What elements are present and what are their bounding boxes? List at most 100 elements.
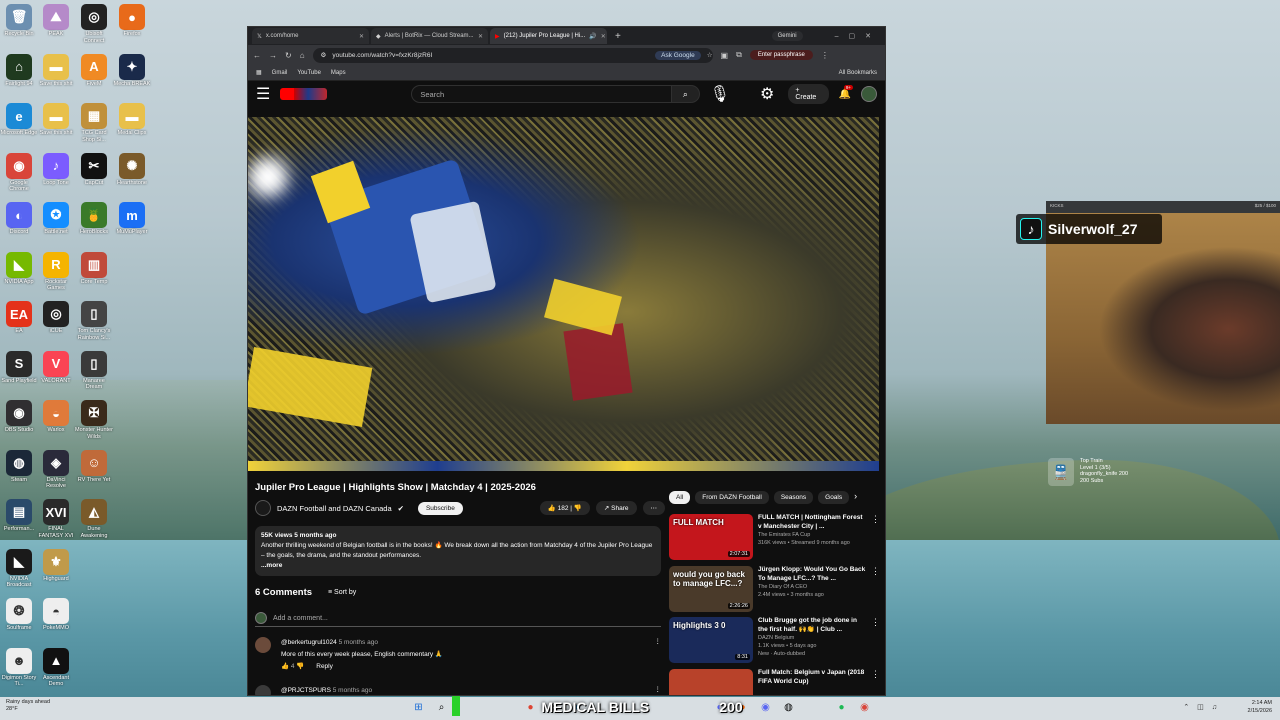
desktop-icon[interactable]: ✦ Mecha BREAK [113, 50, 151, 88]
desktop-icon[interactable]: ⚜ Highguard [37, 545, 75, 583]
close-icon[interactable]: ✕ [601, 33, 606, 40]
menu-icon[interactable]: ⋮ [821, 51, 829, 60]
desktop-icon[interactable]: m MuMuPlayer [113, 198, 151, 236]
desktop-icon[interactable]: 🗑 Recycle Bin [0, 0, 38, 38]
desktop-icon[interactable]: ▯ Tom Clancy's Rainbow Si... [75, 297, 113, 341]
desktop-icon[interactable]: ◒ Warlox [37, 396, 75, 434]
spotify-icon[interactable]: ● [833, 699, 850, 716]
desktop-icon[interactable]: ◈ DaVinci Resolve [37, 446, 75, 490]
like-icon[interactable]: 👍 [281, 663, 289, 670]
video-title[interactable]: Jürgen Klopp: Would You Go Back To Manag… [758, 566, 866, 583]
desktop-icon[interactable]: ▬ Save this shit [37, 50, 75, 88]
share-button[interactable]: ↗ Share [595, 501, 637, 515]
desktop-icon[interactable]: ☺ RV There Yet [75, 446, 113, 484]
desktop-icon[interactable]: S Sand Playfield [0, 347, 38, 385]
search-input[interactable]: Search [411, 85, 673, 103]
desktop-icon[interactable]: ● Firefox [113, 0, 151, 38]
close-icon[interactable]: ✕ [359, 33, 364, 40]
video-player[interactable] [248, 117, 879, 471]
chrome-icon[interactable]: ◉ [856, 699, 873, 716]
desktop-icon[interactable]: ◍ Steam [0, 446, 38, 484]
desktop-icon[interactable]: XVI FINAL FANTASY XVI [37, 495, 75, 539]
desktop-icon[interactable]: ◐ Discord [0, 198, 38, 236]
desktop-icon[interactable]: ◣ NVIDIA App [0, 248, 38, 286]
desktop-icon[interactable]: R Rockstar Games [37, 248, 75, 292]
subscribe-button[interactable]: Subscribe [417, 501, 463, 515]
create-button[interactable]: + Create [788, 84, 829, 104]
cast-icon[interactable]: ⚙ [760, 84, 774, 104]
youtube-logo[interactable] [280, 88, 328, 100]
desktop-icon[interactable]: 🍍 HeroBlocks [75, 198, 113, 236]
desktop-icon[interactable]: ⌂ Fairlight 94 [0, 50, 38, 88]
desktop-icon[interactable]: ✺ Hearthstone [113, 149, 151, 187]
desktop-icon[interactable]: ◎ Ubisoft Connect [75, 0, 113, 44]
more-vert-icon[interactable]: ⋮ [871, 566, 880, 612]
recommended-video[interactable]: Full Match: Belgium v Japan (2018 FIFA W… [669, 669, 880, 695]
search-icon[interactable]: ⌕ [433, 699, 450, 716]
channel-name[interactable]: DAZN Football and DAZN Canada [277, 504, 392, 513]
desktop-icon[interactable]: ▯ Manaree Dream [75, 347, 113, 391]
desktop-icon[interactable]: ◓ PokeMMO [37, 594, 75, 632]
more-vert-icon[interactable]: ⋮ [871, 514, 880, 560]
desktop-icon[interactable]: ▲ Ascendant Demo [37, 644, 75, 688]
desktop-icon[interactable]: ◭ Dune Awakening [75, 495, 113, 539]
desktop-icon[interactable]: e Microsoft Edge [0, 99, 38, 137]
home-icon[interactable]: ⌂ [300, 51, 305, 60]
bookmark-youtube[interactable]: YouTube [297, 70, 321, 76]
dislike-icon[interactable]: 👎 [296, 663, 304, 670]
desktop-icon[interactable]: ▥ Core Temp [75, 248, 113, 286]
bookmark-gmail[interactable]: Gmail [272, 70, 288, 76]
chip-goals[interactable]: Goals [818, 491, 850, 504]
search-button[interactable]: ⌕ [672, 85, 700, 103]
more-actions-button[interactable]: ⋯ [642, 501, 665, 515]
ask-google-button[interactable]: Ask Google [655, 50, 701, 60]
like-button[interactable]: 👍 182 | 👎 [539, 501, 590, 515]
desktop-icon[interactable]: ♪ Loop Tone [37, 149, 75, 187]
speaker-icon[interactable]: 🔊 [589, 33, 596, 40]
desktop-icon[interactable]: ◎ iCUE [37, 297, 75, 335]
desktop-icon[interactable]: ◉ Google Chrome [0, 149, 38, 193]
recommended-video[interactable]: FULL MATCH 2:07:31 FULL MATCH | Nottingh… [669, 514, 880, 560]
desktop-icon[interactable]: ◉ OBS Studio [0, 396, 38, 434]
notifications-button[interactable]: 🔔 9+ [839, 84, 853, 100]
recommended-video[interactable]: Highlights 3 0 8:31 Club Brugge got the … [669, 617, 880, 663]
gemini-button[interactable]: Gemini [771, 31, 803, 41]
reload-icon[interactable]: ↻ [285, 51, 292, 60]
sort-by-button[interactable]: ≡ Sort by [328, 589, 356, 596]
desktop-icon[interactable]: ▤ Performan... [0, 495, 38, 533]
tab-x[interactable]: 𝕏x.com/home ✕ [252, 28, 369, 44]
comment-menu-icon[interactable]: ⋮ [655, 637, 662, 645]
clock[interactable]: 2:14 AM 2/15/2026 [1248, 699, 1272, 715]
dislike-icon[interactable]: 👎 [574, 505, 582, 512]
site-info-icon[interactable]: ⚙ [321, 51, 327, 59]
video-title[interactable]: Club Brugge got the job done in the firs… [758, 617, 866, 634]
window-controls[interactable]: –▢✕ [835, 32, 881, 40]
comment-user[interactable]: @PRJCTSPURS [281, 687, 331, 694]
desktop-icon[interactable]: ✠ Monster Hunter Wilds [75, 396, 113, 440]
chip-seasons[interactable]: Seasons [773, 491, 814, 504]
video-title[interactable]: FULL MATCH | Nottingham Forest v Manches… [758, 514, 866, 531]
desktop-icon[interactable]: ✪ Battle.net [37, 198, 75, 236]
video-thumbnail[interactable]: Highlights 3 0 8:31 [669, 617, 753, 663]
close-icon[interactable]: ✕ [478, 33, 483, 40]
video-thumbnail[interactable] [669, 669, 753, 695]
commenter-avatar[interactable] [255, 637, 271, 653]
chip-from-dazn[interactable]: From DAZN Football [695, 491, 769, 504]
desktop-icon[interactable]: ❂ Soulframe [0, 594, 38, 632]
all-bookmarks[interactable]: All Bookmarks [839, 70, 877, 76]
desktop-icon[interactable]: ▦ TCG Card Shop Si... [75, 99, 113, 143]
new-tab-button[interactable]: + [615, 31, 621, 42]
desktop-icon[interactable]: A FiveM [75, 50, 113, 88]
tab-botrix[interactable]: ◆ Alerts | BotRix — Cloud Stream... ✕ [371, 28, 488, 44]
comment-user[interactable]: @berkertugrul1024 [281, 639, 337, 646]
channel-avatar[interactable] [255, 500, 271, 516]
chevron-right-icon[interactable]: › [854, 491, 857, 504]
desktop-icon[interactable]: ☻ Digimon Story Ti... [0, 644, 38, 688]
enter-passphrase-button[interactable]: Enter passphrase [749, 50, 813, 60]
puzzle-icon[interactable]: ⧉ [736, 50, 742, 60]
address-bar[interactable]: ⚙ youtube.com/watch?v=fxzKr8jzR6I Ask Go… [312, 47, 713, 63]
weather-widget[interactable]: Rainy days ahead 28°F [6, 699, 50, 713]
desktop-icon[interactable]: ▬ Save this shit [37, 99, 75, 137]
video-thumbnail[interactable]: FULL MATCH 2:07:31 [669, 514, 753, 560]
extensions-icon[interactable]: ▣ [721, 51, 729, 60]
